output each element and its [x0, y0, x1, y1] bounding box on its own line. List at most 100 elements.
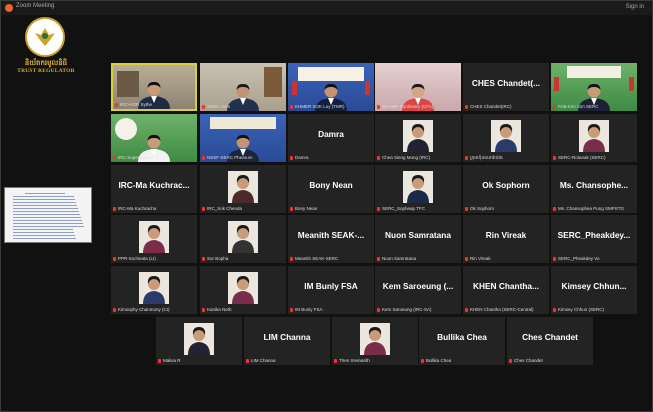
- participant-tile[interactable]: Then Sreinarith: [332, 317, 418, 365]
- document-text-line: [13, 232, 74, 233]
- participant-label-text: Kanika Neth: [207, 307, 232, 312]
- participant-tile[interactable]: SERC_Sopheap TFC: [375, 165, 461, 213]
- participant-display-name: KHEN Chantha...: [473, 281, 539, 291]
- participant-tile[interactable]: Kanika Neth: [200, 266, 286, 314]
- participant-tile[interactable]: Ches Chandet Ches Chandet: [507, 317, 593, 365]
- participant-display-name: Damra: [318, 129, 344, 139]
- participant-label-text: Rin Vireak: [470, 256, 491, 261]
- participant-tile[interactable]: PPR-Socheata (LI): [111, 215, 197, 263]
- participant-label-text: IRC_Sok Chenda: [207, 206, 243, 211]
- participant-tile[interactable]: Ok Sophorn Ok Sophorn: [463, 165, 549, 213]
- participant-label-text: Meanith SEAK-SERC: [295, 256, 339, 261]
- participant-tile[interactable]: FAB-Kim Sim SERC: [551, 63, 637, 111]
- participant-name-label: ក្រុមហ៊ុនធានារ៉ាប់រង: [465, 155, 547, 161]
- participant-label-text: Nuon Samratana: [382, 256, 417, 261]
- participant-label-text: SERC-Sam: [207, 104, 231, 109]
- shared-screen-thumbnail[interactable]: [4, 187, 92, 243]
- participant-label-text: KHMER SOK Luy (TMR): [295, 104, 345, 109]
- participant-tile[interactable]: KHMER SOK Luy (TMR): [288, 63, 374, 111]
- participant-display-name: Meanith SEAK-...: [297, 230, 365, 240]
- participant-tile[interactable]: IRC-HOR Sythe: [111, 63, 197, 111]
- muted-mic-icon: [202, 207, 205, 211]
- participant-tile[interactable]: Kimsophy Chanmony (CI): [111, 266, 197, 314]
- participant-tile[interactable]: CHES Chandet(... CHES Chandet(IRC): [463, 63, 549, 111]
- muted-mic-icon: [377, 156, 380, 160]
- participant-tile[interactable]: Kem Saroeung (... Kem Saroeung (IRC-SA): [375, 266, 461, 314]
- document-text-line: [13, 214, 80, 215]
- participant-tile[interactable]: Bony Nean Bony Nean: [288, 165, 374, 213]
- document-text-line: [13, 217, 81, 218]
- participant-label-text: IRC-Supervision: [118, 155, 151, 160]
- participant-label-text: Sor Bopha: [207, 256, 229, 261]
- participant-label-text: Then Sreinarith: [339, 358, 370, 363]
- participant-display-name: Kem Saroeung (...: [382, 281, 454, 291]
- muted-mic-icon: [465, 308, 468, 312]
- participant-name-label: Sor Bopha: [202, 256, 284, 262]
- muted-mic-icon: [377, 207, 380, 211]
- participant-tile[interactable]: Damra Damra: [288, 114, 374, 162]
- muted-mic-icon: [553, 105, 556, 109]
- participant-tile[interactable]: SERC_Pheakdey... SERC_Pheakdey Vo: [551, 215, 637, 263]
- participant-label-text: IRC-HOR Sythe: [120, 102, 153, 107]
- participant-tile[interactable]: IRC-Ma Kuchrac... IRC-Ma Kuchracha: [111, 165, 197, 213]
- participant-display-name: CHES Chandet(...: [471, 78, 541, 88]
- participant-tile[interactable]: Sor Bopha: [200, 215, 286, 263]
- document-text-line: [13, 208, 78, 209]
- participant-tile[interactable]: ក្រុមហ៊ុនធានារ៉ាប់រង: [463, 114, 549, 162]
- participant-label-text: PPR-Socheata (LI): [118, 256, 156, 261]
- participant-tile[interactable]: IM Bunly FSA IM Bunly FSA: [288, 266, 374, 314]
- participant-name-label: Chea Sieng Mong (IRC): [377, 155, 459, 161]
- participant-display-name: SERC_Pheakdey...: [557, 230, 631, 240]
- participant-label-text: NSSF-SERC Phearum: [207, 155, 253, 160]
- participant-display-name: Ches Chandet: [522, 332, 578, 342]
- logo-english-text: TRUST REGULATOR: [17, 68, 75, 74]
- participant-tile[interactable]: NSSF-SERC Phearum: [200, 114, 286, 162]
- participant-display-name: Kimsey Chhun...: [561, 281, 627, 291]
- document-text-line: [13, 196, 74, 197]
- muted-mic-icon: [113, 156, 116, 160]
- participant-tile[interactable]: LIM Channa LIM Channa: [244, 317, 330, 365]
- participant-label-text: CHES Chandet(IRC): [470, 104, 512, 109]
- participant-name-label: IRC-HOR Sythe: [115, 102, 193, 108]
- participant-tile[interactable]: SERC-Rotanak (SERC): [551, 114, 637, 162]
- muted-mic-icon: [290, 308, 293, 312]
- participant-name-label: SERC_Pheakdey Vo: [553, 256, 635, 262]
- participant-tile[interactable]: Nuon Samratana Nuon Samratana: [375, 215, 461, 263]
- sign-in-link[interactable]: Sign in: [626, 4, 644, 10]
- participant-tile[interactable]: IRC_Sok Chenda: [200, 165, 286, 213]
- muted-mic-icon: [553, 207, 556, 211]
- participant-name-label: IRC-Ma Kuchracha: [113, 206, 195, 212]
- participant-name-label: Ok Sophorn: [465, 206, 547, 212]
- muted-mic-icon: [465, 105, 468, 109]
- document-text-line: [13, 205, 77, 206]
- document-text-line: [25, 193, 65, 194]
- participant-tile[interactable]: IRC-Supervision: [111, 114, 197, 162]
- participant-tile[interactable]: KHEN Chantha... KHEN Chantha (SERC-Centra…: [463, 266, 549, 314]
- participant-name-label: SERC-Sam: [202, 104, 284, 110]
- muted-mic-icon: [465, 257, 468, 261]
- participant-label-text: IM Bunly FSA: [295, 307, 323, 312]
- participant-label-text: Chea Sieng Mong (IRC): [382, 155, 431, 160]
- muted-mic-icon: [202, 308, 205, 312]
- participant-name-label: Kanika Neth: [202, 307, 284, 313]
- participant-tile[interactable]: Ms. Chansophe... Ms. Chansophea Pung SMPS…: [551, 165, 637, 213]
- participant-label-text: Malisa R: [163, 358, 181, 363]
- muted-mic-icon: [290, 105, 293, 109]
- participant-tile[interactable]: SERC-Sam: [200, 63, 286, 111]
- document-text-line: [13, 235, 75, 236]
- participant-tile[interactable]: Bullika Chea Bullika Chea: [419, 317, 505, 365]
- participant-tile[interactable]: Malisa R: [156, 317, 242, 365]
- participant-label-text: Ches Chandet: [514, 358, 543, 363]
- muted-mic-icon: [158, 359, 161, 363]
- participant-tile[interactable]: Meanith SEAK-... Meanith SEAK-SERC: [288, 215, 374, 263]
- participant-label-text: Bony Nean: [295, 206, 318, 211]
- participant-tile[interactable]: SE-NBF Kuntheary (CFA): [375, 63, 461, 111]
- participant-tile[interactable]: Kimsey Chhun... Kimsey Chhun (SERC): [551, 266, 637, 314]
- participant-label-text: Kimsey Chhun (SERC): [558, 307, 605, 312]
- participant-label-text: Kimsophy Chanmony (CI): [118, 307, 170, 312]
- participant-tile[interactable]: Rin Vireak Rin Vireak: [463, 215, 549, 263]
- participant-tile[interactable]: Chea Sieng Mong (IRC): [375, 114, 461, 162]
- participant-name-label: Ms. Chansophea Pung SMPSTG: [553, 206, 635, 212]
- participant-label-text: Bullika Chea: [426, 358, 452, 363]
- participant-name-label: FAB-Kim Sim SERC: [553, 104, 635, 110]
